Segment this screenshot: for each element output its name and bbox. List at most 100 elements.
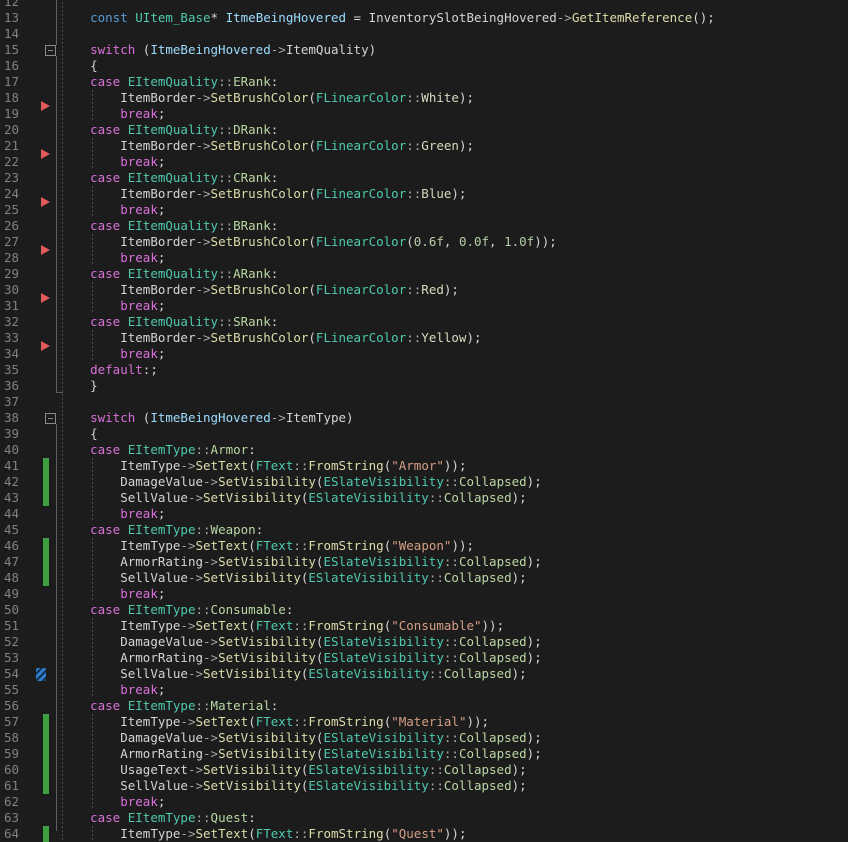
code-line[interactable]: 38 switch (ItmeBeingHovered->ItemType) [0, 410, 848, 426]
code-line[interactable]: 19 break; [0, 106, 848, 122]
code-line[interactable]: 17 case EItemQuality::ERank: [0, 74, 848, 90]
code-line[interactable]: 15 switch (ItmeBeingHovered->ItemQuality… [0, 42, 848, 58]
code-text: { [60, 58, 98, 74]
code-line[interactable]: 43 SellValue->SetVisibility(ESlateVisibi… [0, 490, 848, 506]
code-line[interactable]: 54 SellValue->SetVisibility(ESlateVisibi… [0, 666, 848, 682]
token: SetVisibility [203, 666, 301, 681]
token: FromString [308, 538, 384, 553]
token: Collapsed [443, 762, 512, 777]
code-line[interactable]: 22 break; [0, 154, 848, 170]
code-line[interactable]: 16 { [0, 58, 848, 74]
code-line[interactable]: 60 UsageText->SetVisibility(ESlateVisibi… [0, 762, 848, 778]
code-line[interactable]: 26 case EItemQuality::BRank: [0, 218, 848, 234]
code-line[interactable]: 46 ItemType->SetText(FText::FromString("… [0, 538, 848, 554]
code-line[interactable]: 59 ArmorRating->SetVisibility(ESlateVisi… [0, 746, 848, 762]
code-line[interactable]: 61 SellValue->SetVisibility(ESlateVisibi… [0, 778, 848, 794]
code-line[interactable]: 28 break; [0, 250, 848, 266]
code-line[interactable]: 42 DamageValue->SetVisibility(ESlateVisi… [0, 474, 848, 490]
code-line[interactable]: 51 ItemType->SetText(FText::FromString("… [0, 618, 848, 634]
breakpoint-triangle-icon[interactable] [41, 341, 50, 351]
code-line[interactable]: 35 default:; [0, 362, 848, 378]
code-line[interactable]: 36 } [0, 378, 848, 394]
line-number: 42 [4, 474, 20, 489]
token: )); [481, 618, 505, 633]
code-text: SellValue->SetVisibility(ESlateVisibilit… [60, 778, 526, 794]
bookmark-icon[interactable] [36, 668, 46, 681]
code-line[interactable]: 39 { [0, 426, 848, 442]
token: FLinearColor [315, 282, 407, 297]
code-line[interactable]: 48 SellValue->SetVisibility(ESlateVisibi… [0, 570, 848, 586]
breakpoint-triangle-icon[interactable] [41, 245, 50, 255]
token: ( [308, 282, 316, 297]
token: :: [293, 458, 309, 473]
breakpoint-triangle-icon[interactable] [41, 197, 50, 207]
code-line[interactable]: 56 case EItemType::Material: [0, 698, 848, 714]
code-line[interactable]: 13 const UItem_Base* ItmeBeingHovered = … [0, 10, 848, 26]
fold-collapse-icon[interactable] [45, 413, 56, 424]
token: case [90, 698, 121, 713]
code-line[interactable]: 45 case EItemType::Weapon: [0, 522, 848, 538]
code-line[interactable]: 34 break; [0, 346, 848, 362]
breakpoint-triangle-icon[interactable] [41, 101, 50, 111]
code-line[interactable]: 37 [0, 394, 848, 410]
code-line[interactable]: 20 case EItemQuality::DRank: [0, 122, 848, 138]
code-text: SellValue->SetVisibility(ESlateVisibilit… [60, 666, 526, 682]
code-line[interactable]: 62 break; [0, 794, 848, 810]
token: const [90, 10, 128, 25]
code-line[interactable]: 12 [0, 0, 848, 10]
code-line[interactable]: 47 ArmorRating->SetVisibility(ESlateVisi… [0, 554, 848, 570]
code-line[interactable]: 29 case EItemQuality::ARank: [0, 266, 848, 282]
code-editor[interactable]: 12 13 const UItem_Base* ItmeBeingHovered … [0, 0, 848, 842]
token: ; [157, 202, 166, 217]
token: -> [187, 762, 204, 777]
code-line[interactable]: 33 ItemBorder->SetBrushColor(FLinearColo… [0, 330, 848, 346]
code-line[interactable]: 50 case EItemType::Consumable: [0, 602, 848, 618]
code-line[interactable]: 53 ArmorRating->SetVisibility(ESlateVisi… [0, 650, 848, 666]
code-line[interactable]: 40 case EItemType::Armor: [0, 442, 848, 458]
code-line[interactable]: 64 ItemType->SetText(FText::FromString("… [0, 826, 848, 842]
token: Collapsed [458, 634, 527, 649]
line-number: 38 [4, 410, 20, 425]
token: :: [195, 698, 211, 713]
code-line[interactable]: 57 ItemType->SetText(FText::FromString("… [0, 714, 848, 730]
breakpoint-triangle-icon[interactable] [41, 149, 50, 159]
code-line[interactable]: 41 ItemType->SetText(FText::FromString("… [0, 458, 848, 474]
code-line[interactable]: 55 break; [0, 682, 848, 698]
line-number: 12 [4, 0, 20, 9]
code-line[interactable]: 52 DamageValue->SetVisibility(ESlateVisi… [0, 634, 848, 650]
breakpoint-triangle-icon[interactable] [41, 293, 50, 303]
code-line[interactable]: 23 case EItemQuality::CRank: [0, 170, 848, 186]
token: EItemQuality [127, 218, 219, 233]
token: ; [157, 506, 166, 521]
token: , [443, 234, 459, 249]
code-line[interactable]: 14 [0, 26, 848, 42]
code-text: break; [60, 346, 165, 362]
token: "Material" [391, 714, 467, 729]
code-line[interactable]: 49 break; [0, 586, 848, 602]
line-number: 26 [4, 218, 20, 233]
code-line[interactable]: 25 break; [0, 202, 848, 218]
token: -> [180, 458, 196, 473]
code-line[interactable]: 27 ItemBorder->SetBrushColor(FLinearColo… [0, 234, 848, 250]
code-text: ItemBorder->SetBrushColor(FLinearColor::… [60, 90, 474, 106]
line-number: 29 [4, 266, 20, 281]
token: 1.0f [504, 234, 535, 249]
token: :: [428, 778, 444, 793]
code-line[interactable]: 24 ItemBorder->SetBrushColor(FLinearColo… [0, 186, 848, 202]
code-line[interactable]: 58 DamageValue->SetVisibility(ESlateVisi… [0, 730, 848, 746]
code-text: UsageText->SetVisibility(ESlateVisibilit… [60, 762, 526, 778]
code-line[interactable]: 21 ItemBorder->SetBrushColor(FLinearColo… [0, 138, 848, 154]
fold-collapse-icon[interactable] [45, 45, 56, 56]
code-line[interactable]: 63 case EItemType::Quest: [0, 810, 848, 826]
code-line[interactable]: 44 break; [0, 506, 848, 522]
change-bar [43, 458, 49, 506]
code-line[interactable]: 31 break; [0, 298, 848, 314]
token: SellValue [120, 778, 188, 793]
line-number: 27 [4, 234, 20, 249]
code-line[interactable]: 32 case EItemQuality::SRank: [0, 314, 848, 330]
token: ESlateVisibility [323, 634, 444, 649]
code-line[interactable]: 18 ItemBorder->SetBrushColor(FLinearColo… [0, 90, 848, 106]
code-line[interactable]: 30 ItemBorder->SetBrushColor(FLinearColo… [0, 282, 848, 298]
token: -> [180, 714, 196, 729]
